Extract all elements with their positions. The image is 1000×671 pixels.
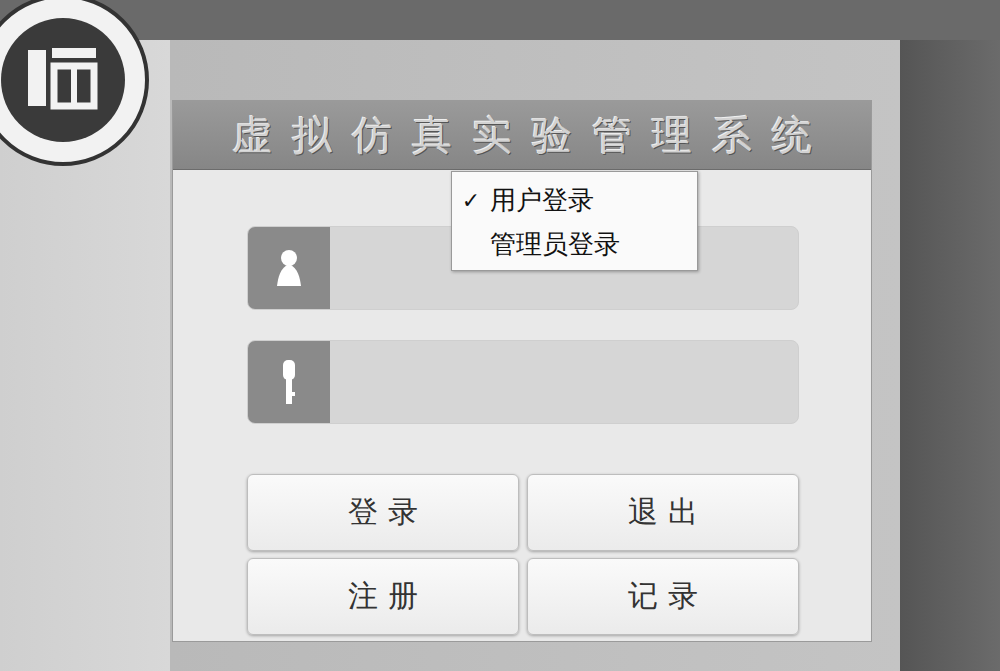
user-icon — [276, 248, 302, 288]
key-icon — [281, 358, 297, 406]
university-logo-icon — [0, 0, 158, 178]
action-button[interactable]: 记 录 — [527, 558, 799, 635]
menu-item-label: 用户登录 — [490, 183, 594, 218]
action-button[interactable]: 退 出 — [527, 474, 799, 551]
menu-item-label: 管理员登录 — [490, 227, 620, 262]
field-input[interactable] — [330, 341, 798, 423]
password-field[interactable] — [247, 340, 799, 424]
menu-item[interactable]: 管理员登录 — [452, 222, 697, 266]
login-mode-menu: ✓ 用户登录 管理员登录 — [451, 171, 698, 271]
window-title: 虚拟仿真实验管理系统 — [232, 108, 832, 163]
login-dialog: 虚拟仿真实验管理系统 登 录退 出注 册记 录 ✓ 用户登录 管理员登录 — [172, 100, 872, 642]
menu-item[interactable]: ✓ 用户登录 — [452, 178, 697, 222]
field-icon-box — [248, 341, 330, 423]
action-button[interactable]: 注 册 — [247, 558, 519, 635]
button-grid: 登 录退 出注 册记 录 — [247, 474, 799, 635]
title-bar: 虚拟仿真实验管理系统 — [173, 101, 871, 170]
check-mark: ✓ — [452, 188, 490, 213]
login-screen: 虚拟仿真实验管理系统 登 录退 出注 册记 录 ✓ 用户登录 管理员登录 — [0, 0, 1000, 671]
field-icon-box — [248, 227, 330, 309]
action-button[interactable]: 登 录 — [247, 474, 519, 551]
